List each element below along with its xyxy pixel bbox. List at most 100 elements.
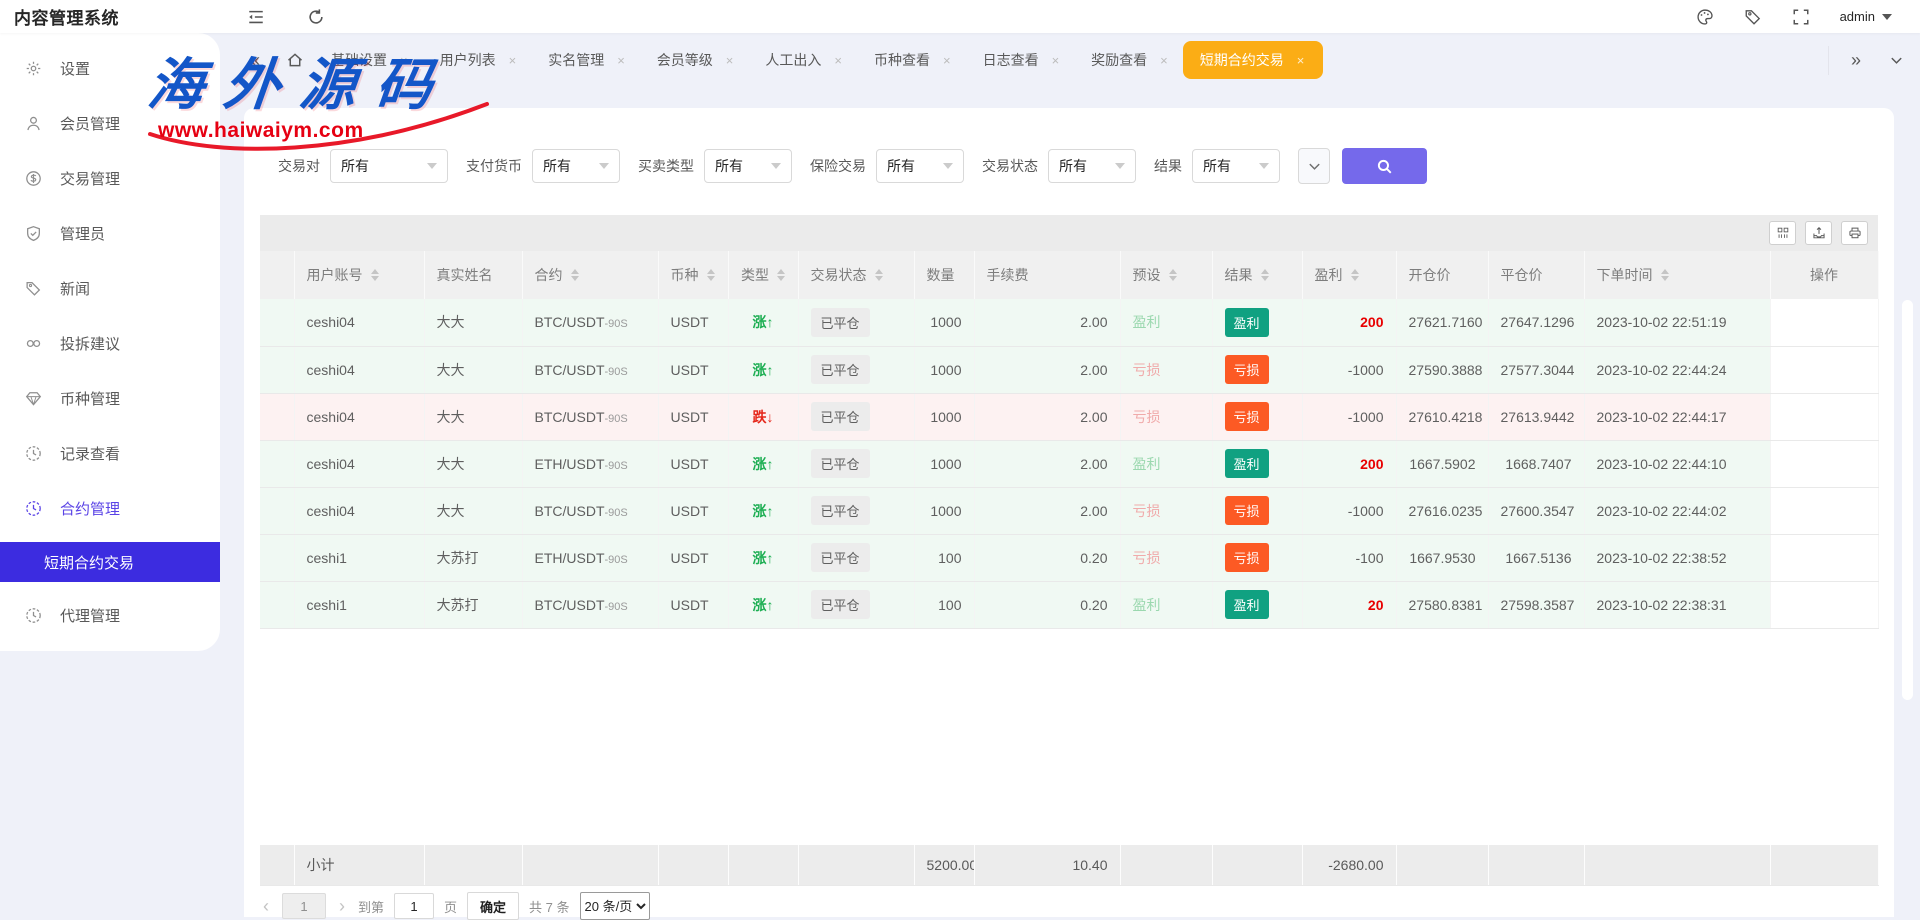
table-row[interactable]: ceshi04大大BTC/USDT-90SUSDT涨↑已平仓10002.00盈利… <box>260 299 1878 346</box>
sidebar-item-投拆建议[interactable]: 投拆建议 <box>0 316 220 371</box>
tabs-scroll-left-icon[interactable]: « <box>244 50 272 71</box>
close-tab-icon[interactable]: × <box>943 53 951 68</box>
search-button[interactable] <box>1342 148 1427 184</box>
sort-icon[interactable] <box>777 269 785 281</box>
tab-会员等级[interactable]: 会员等级× <box>640 41 749 79</box>
filter-label: 支付货币 <box>466 156 522 176</box>
type-up-indicator: 涨↑ <box>753 597 774 613</box>
status-badge: 已平仓 <box>811 355 870 384</box>
page-number-input[interactable] <box>394 893 434 919</box>
filter-expand-toggle[interactable] <box>1298 148 1330 184</box>
fullscreen-icon[interactable] <box>1792 8 1810 26</box>
home-tab-icon[interactable] <box>286 51 304 69</box>
per-page-select[interactable]: 20 条/页 <box>580 892 650 920</box>
filter-select-value: 所有 <box>341 156 369 176</box>
confirm-page-button[interactable]: 确定 <box>467 892 519 920</box>
tabs-scroll-right-icon[interactable]: » <box>1851 50 1861 71</box>
sort-icon[interactable] <box>1661 269 1669 281</box>
chevron-down-icon <box>1882 14 1892 20</box>
filter-select-保险交易[interactable]: 所有 <box>876 149 964 183</box>
refresh-icon[interactable] <box>307 8 325 26</box>
shield-icon <box>25 225 42 242</box>
print-icon[interactable] <box>1841 221 1868 245</box>
table-row[interactable]: ceshi04大大ETH/USDT-90SUSDT涨↑已平仓10002.00盈利… <box>260 440 1878 487</box>
close-tab-icon[interactable]: × <box>1052 53 1060 68</box>
col-currency[interactable]: 币种 <box>658 251 728 299</box>
filter-group-交易状态: 交易状态所有 <box>982 149 1136 183</box>
sort-icon[interactable] <box>875 269 883 281</box>
sort-icon[interactable] <box>571 269 579 281</box>
tab-短期合约交易[interactable]: 短期合约交易× <box>1183 41 1324 79</box>
cell-action <box>1770 581 1878 628</box>
sort-icon[interactable] <box>1261 269 1269 281</box>
admin-menu[interactable]: admin <box>1840 9 1892 24</box>
close-tab-icon[interactable]: × <box>1297 53 1305 68</box>
tab-label: 用户列表 <box>440 50 496 70</box>
col-profit[interactable]: 盈利 <box>1302 251 1396 299</box>
theme-palette-icon[interactable] <box>1696 8 1714 26</box>
cell-profit: -100 <box>1302 534 1396 581</box>
sort-icon[interactable] <box>1169 269 1177 281</box>
col-account[interactable]: 用户账号 <box>294 251 424 299</box>
filter-select-交易状态[interactable]: 所有 <box>1048 149 1136 183</box>
profit-value: -1000 <box>1348 503 1384 519</box>
close-tab-icon[interactable]: × <box>617 53 625 68</box>
filter-select-结果[interactable]: 所有 <box>1192 149 1280 183</box>
col-preset[interactable]: 预设 <box>1120 251 1212 299</box>
tab-币种查看[interactable]: 币种查看× <box>857 41 966 79</box>
close-tab-icon[interactable]: × <box>400 53 408 68</box>
col-contract[interactable]: 合约 <box>522 251 658 299</box>
col-trade_status[interactable]: 交易状态 <box>798 251 914 299</box>
contract-pair: BTC/USDT <box>535 409 605 425</box>
col-result[interactable]: 结果 <box>1212 251 1302 299</box>
close-tab-icon[interactable]: × <box>1160 53 1168 68</box>
sidebar-subitem-短期合约交易[interactable]: 短期合约交易 <box>0 542 220 582</box>
sidebar-item-币种管理[interactable]: 币种管理 <box>0 371 220 426</box>
table-header-row: 用户账号真实姓名合约币种类型交易状态数量手续费预设结果盈利开仓价平仓价下单时间操… <box>260 251 1878 299</box>
cell-result: 亏损 <box>1212 393 1302 440</box>
sidebar-item-交易管理[interactable]: 交易管理 <box>0 151 220 206</box>
current-page-button[interactable]: 1 <box>282 893 326 919</box>
close-tab-icon[interactable]: × <box>509 53 517 68</box>
tag-icon[interactable] <box>1744 8 1762 26</box>
table-row[interactable]: ceshi04大大BTC/USDT-90SUSDT涨↑已平仓10002.00亏损… <box>260 487 1878 534</box>
tab-人工出入[interactable]: 人工出入× <box>748 41 857 79</box>
collapse-sidebar-icon[interactable] <box>247 8 265 26</box>
close-tab-icon[interactable]: × <box>726 53 734 68</box>
filter-select-买卖类型[interactable]: 所有 <box>704 149 792 183</box>
sort-icon[interactable] <box>1351 269 1359 281</box>
columns-filter-icon[interactable] <box>1769 221 1796 245</box>
tab-基础设置[interactable]: 基础设置× <box>314 41 423 79</box>
cell-trade_status: 已平仓 <box>798 487 914 534</box>
sidebar-item-会员管理[interactable]: 会员管理 <box>0 96 220 151</box>
sidebar-item-管理员[interactable]: 管理员 <box>0 206 220 261</box>
total-count-label: 共 7 条 <box>529 897 569 916</box>
col-order_time[interactable]: 下单时间 <box>1584 251 1770 299</box>
sidebar-item-代理管理[interactable]: 代理管理 <box>0 588 220 643</box>
tab-用户列表[interactable]: 用户列表 × <box>423 41 532 79</box>
column-label: 合约 <box>535 265 563 285</box>
export-icon[interactable] <box>1805 221 1832 245</box>
tabs-menu-icon[interactable] <box>1889 53 1904 68</box>
tab-日志查看[interactable]: 日志查看× <box>966 41 1075 79</box>
type-up-indicator: 涨↑ <box>753 362 774 378</box>
filter-select-交易对[interactable]: 所有 <box>330 149 448 183</box>
sidebar-item-合约管理[interactable]: 合约管理 <box>0 481 220 536</box>
tab-奖励查看[interactable]: 奖励查看× <box>1074 41 1183 79</box>
table-row[interactable]: ceshi04大大BTC/USDT-90SUSDT跌↓已平仓10002.00亏损… <box>260 393 1878 440</box>
table-row[interactable]: ceshi1大苏打BTC/USDT-90SUSDT涨↑已平仓1000.20盈利盈… <box>260 581 1878 628</box>
close-tab-icon[interactable]: × <box>834 53 842 68</box>
sidebar-item-新闻[interactable]: 新闻 <box>0 261 220 316</box>
table-row[interactable]: ceshi1大苏打ETH/USDT-90SUSDT涨↑已平仓1000.20亏损亏… <box>260 534 1878 581</box>
col-type[interactable]: 类型 <box>728 251 798 299</box>
next-page-button[interactable]: › <box>336 896 348 917</box>
sort-icon[interactable] <box>371 269 379 281</box>
scrollbar-thumb[interactable] <box>1902 300 1913 700</box>
sort-icon[interactable] <box>707 269 715 281</box>
prev-page-button[interactable]: ‹ <box>260 896 272 917</box>
sidebar-item-设置[interactable]: 设置 <box>0 41 220 96</box>
filter-select-支付货币[interactable]: 所有 <box>532 149 620 183</box>
table-row[interactable]: ceshi04大大BTC/USDT-90SUSDT涨↑已平仓10002.00亏损… <box>260 346 1878 393</box>
tab-实名管理[interactable]: 实名管理× <box>531 41 640 79</box>
sidebar-item-记录查看[interactable]: 记录查看 <box>0 426 220 481</box>
